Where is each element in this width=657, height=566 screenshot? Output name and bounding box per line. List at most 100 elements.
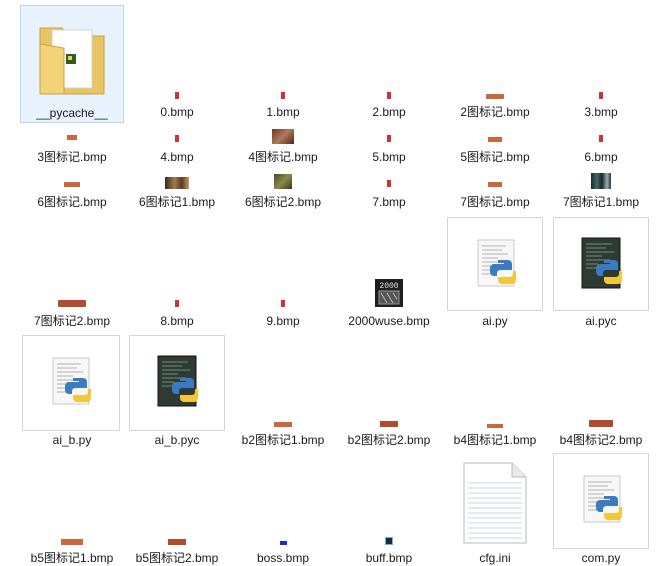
file-item-bmp[interactable]: b2图标记2.bmp [337, 335, 441, 448]
file-item-py[interactable]: ai_b.py [20, 335, 124, 448]
file-item-pyc[interactable]: ai.pyc [549, 217, 653, 330]
file-item-bmp[interactable]: b5图标记2.bmp [125, 453, 229, 566]
file-item-bmp[interactable]: 3.bmp [549, 5, 653, 123]
file-name: ai_b.py [52, 433, 92, 447]
file-item-bmp[interactable]: 6图标记.bmp [20, 173, 124, 213]
file-name: __pycache__ [36, 106, 108, 120]
bmp-bar-icon [125, 537, 229, 545]
file-name: b5图标记1.bmp [30, 551, 114, 565]
file-name: 7图标记1.bmp [562, 195, 640, 209]
python-script-icon [22, 335, 120, 431]
bmp-digit-icon [125, 132, 229, 142]
python-script-icon [447, 217, 543, 311]
bmp-digit-icon [337, 132, 441, 142]
file-name: 8.bmp [160, 314, 194, 328]
file-item-bmp[interactable]: 4.bmp [125, 128, 229, 168]
file-grid: __pycache__ 0.bmp 1.bmp 2.bmp 2图标记.bmp 3… [0, 0, 657, 566]
file-item-bmp[interactable]: 6图标记1.bmp [125, 173, 229, 213]
file-item-bmp[interactable]: 9.bmp [231, 217, 335, 330]
file-name: boss.bmp [256, 551, 310, 565]
file-name: 6图标记1.bmp [138, 195, 216, 209]
python-compiled-icon [129, 335, 225, 431]
file-name: 5.bmp [372, 150, 406, 164]
file-item-bmp[interactable]: 2图标记.bmp [443, 5, 547, 123]
file-name: com.py [581, 551, 621, 565]
bmp-bar-icon [443, 420, 547, 428]
file-item-bmp[interactable]: 0.bmp [125, 5, 229, 123]
bmp-digit-icon [549, 89, 653, 99]
file-item-ini[interactable]: cfg.ini [443, 453, 547, 566]
bmp-small-icon [337, 537, 441, 545]
file-item-bmp[interactable]: buff.bmp [337, 453, 441, 566]
file-item-pyc[interactable]: ai_b.pyc [125, 335, 229, 448]
text-file-icon [443, 459, 547, 545]
file-name: 9.bmp [266, 314, 300, 328]
file-name: ai_b.pyc [154, 433, 200, 447]
file-item-bmp[interactable]: 7图标记2.bmp [20, 217, 124, 330]
file-item-py[interactable]: com.py [549, 453, 653, 566]
svg-text:2000: 2000 [379, 282, 398, 291]
file-name: 1.bmp [266, 105, 300, 119]
bmp-bar-icon [443, 134, 547, 142]
file-item-bmp[interactable]: 7图标记1.bmp [549, 173, 653, 213]
file-item-bmp[interactable]: 6图标记2.bmp [231, 173, 335, 213]
file-name: 7图标记.bmp [460, 195, 530, 209]
file-item-bmp[interactable]: 7.bmp [337, 173, 441, 213]
bmp-photo-icon: 2000 [337, 279, 441, 307]
python-compiled-icon [553, 217, 649, 311]
file-item-bmp[interactable]: 1.bmp [231, 5, 335, 123]
file-name: 7.bmp [372, 195, 406, 209]
file-item-bmp[interactable]: b4图标记2.bmp [549, 335, 653, 448]
bmp-photo-icon [231, 173, 335, 189]
file-item-bmp[interactable]: 6.bmp [549, 128, 653, 168]
bmp-digit-icon [231, 297, 335, 307]
file-item-bmp[interactable]: 3图标记.bmp [20, 128, 124, 168]
file-name: b2图标记2.bmp [347, 433, 431, 447]
bmp-digit-icon [125, 89, 229, 99]
file-name: 2图标记.bmp [460, 105, 530, 119]
bmp-photo-icon [549, 173, 653, 189]
bmp-bar-icon [20, 297, 124, 307]
file-name: b4图标记1.bmp [453, 433, 537, 447]
file-name: ai.pyc [585, 314, 617, 328]
file-name: 6图标记2.bmp [244, 195, 322, 209]
file-name: b5图标记2.bmp [135, 551, 219, 565]
file-item-bmp[interactable]: 8.bmp [125, 217, 229, 330]
file-item-bmp[interactable]: 2.bmp [337, 5, 441, 123]
file-item-bmp[interactable]: 7图标记.bmp [443, 173, 547, 213]
file-name: 3图标记.bmp [37, 150, 107, 164]
file-item-bmp[interactable]: 4图标记.bmp [231, 128, 335, 168]
bmp-digit-icon [125, 297, 229, 307]
python-script-icon [553, 453, 649, 549]
file-name: 4图标记.bmp [248, 150, 318, 164]
file-item-bmp[interactable]: b2图标记1.bmp [231, 335, 335, 448]
bmp-bar-icon [231, 419, 335, 427]
file-name: b4图标记2.bmp [559, 433, 643, 447]
folder-icon [21, 10, 123, 100]
file-item-bmp[interactable]: 2000 2000wuse.bmp [337, 217, 441, 330]
bmp-photo-icon [125, 175, 229, 189]
file-item-bmp[interactable]: 5.bmp [337, 128, 441, 168]
bmp-bar-icon [443, 179, 547, 187]
file-item-bmp[interactable]: b4图标记1.bmp [443, 335, 547, 448]
bmp-small-icon [231, 539, 335, 545]
file-name: 2.bmp [372, 105, 406, 119]
file-name: 5图标记.bmp [460, 150, 530, 164]
bmp-bar-icon [20, 132, 124, 140]
file-name: 0.bmp [160, 105, 194, 119]
bmp-digit-icon [337, 89, 441, 99]
file-item-bmp[interactable]: 5图标记.bmp [443, 128, 547, 168]
file-item-bmp[interactable]: boss.bmp [231, 453, 335, 566]
file-name: 4.bmp [160, 150, 194, 164]
file-name: cfg.ini [479, 551, 511, 565]
file-name: 2000wuse.bmp [348, 314, 430, 328]
bmp-bar-icon [337, 419, 441, 427]
bmp-bar-icon [20, 537, 124, 545]
file-name: 6图标记.bmp [37, 195, 107, 209]
file-item-py[interactable]: ai.py [443, 217, 547, 330]
file-item-pycache[interactable]: __pycache__ [20, 5, 124, 123]
file-name: 7图标记2.bmp [33, 314, 111, 328]
file-name: 6.bmp [584, 150, 618, 164]
bmp-digit-icon [337, 177, 441, 187]
file-item-bmp[interactable]: b5图标记1.bmp [20, 453, 124, 566]
